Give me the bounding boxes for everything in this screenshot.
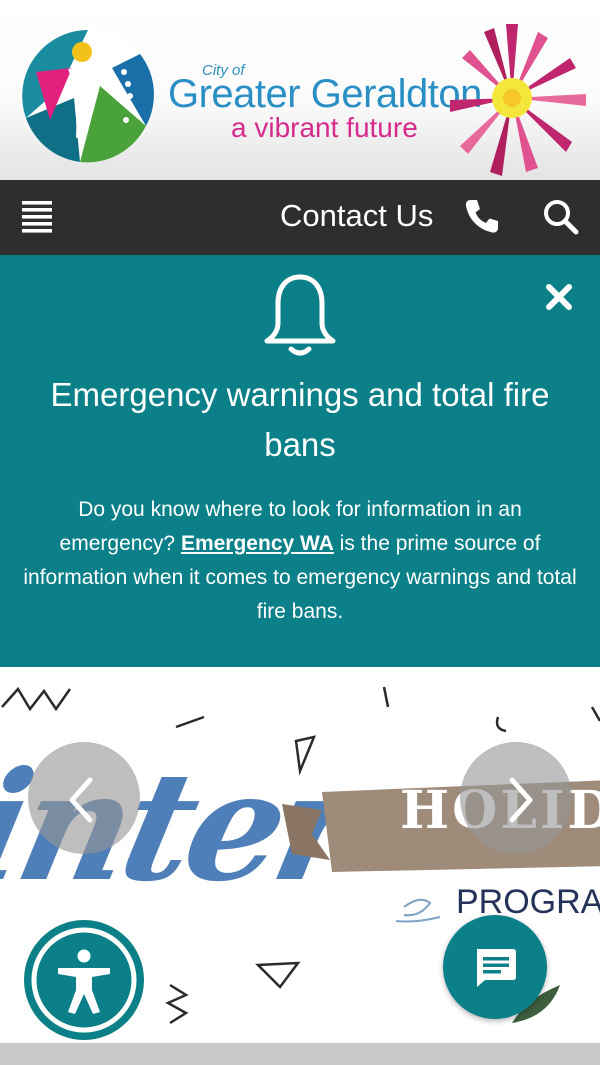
bell-icon	[264, 274, 336, 356]
phone-button[interactable]	[462, 196, 502, 236]
accessibility-button[interactable]	[24, 920, 144, 1040]
slide-program-text: PROGRA	[456, 883, 600, 921]
search-icon	[544, 200, 579, 235]
carousel-prev-button[interactable]	[28, 742, 140, 854]
menu-button[interactable]	[21, 199, 53, 233]
chat-icon	[477, 949, 516, 987]
alert-title: Emergency warnings and total fire bans	[50, 376, 550, 463]
accessibility-icon	[31, 927, 137, 1033]
city-logo-emblem[interactable]	[20, 28, 156, 164]
chevron-right-icon	[509, 777, 533, 823]
search-button[interactable]	[540, 196, 580, 236]
alert-body: Do you know where to look for informatio…	[22, 493, 578, 629]
phone-icon	[465, 200, 498, 233]
close-icon	[546, 284, 572, 310]
flower-logo-graphic	[450, 24, 586, 176]
carousel-next-button[interactable]	[460, 742, 572, 854]
logo-tagline: a vibrant future	[231, 112, 418, 143]
chat-button[interactable]	[443, 915, 547, 1019]
bottom-strip	[0, 1043, 600, 1065]
contact-us-link[interactable]: Contact Us	[280, 198, 433, 234]
hamburger-icon	[22, 201, 52, 233]
chevron-left-icon	[69, 777, 93, 823]
logo-name: Greater Geraldton	[168, 72, 482, 116]
alert-close-button[interactable]	[545, 283, 573, 311]
site-header: City of Greater Geraldton a vibrant futu…	[0, 0, 600, 180]
emergency-wa-link[interactable]: Emergency WA	[181, 532, 334, 555]
